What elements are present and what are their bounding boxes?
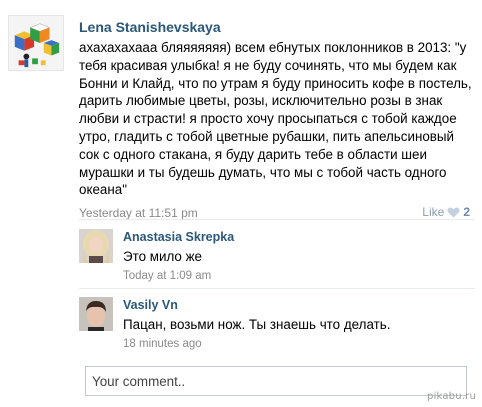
post-author-name[interactable]: Lena Stanishevskaya [79, 18, 475, 37]
heart-icon [447, 207, 460, 218]
young-man-avatar-image [79, 297, 113, 331]
comment-content: Vasily Vn Пацан, возьми нож. Ты знаешь ч… [123, 297, 473, 352]
blonde-woman-avatar-image [79, 229, 113, 263]
watermark: pikabu.ru [427, 391, 476, 402]
comment-text: Пацан, возьми нож. Ты знаешь что делать. [123, 317, 391, 332]
comment-avatar[interactable] [79, 297, 113, 331]
post-meta: Yesterday at 11:51 pm Like 2 [79, 204, 475, 220]
divider [79, 219, 475, 220]
comment-content: Anastasia Skrepka Это мило же Today at 1… [123, 229, 473, 284]
divider [79, 288, 475, 289]
comment-avatar[interactable] [79, 229, 113, 263]
post-body: Lena Stanishevskaya ахахахахааа бляяяяяя… [79, 18, 475, 220]
comment-text: Это мило же [123, 249, 202, 264]
rubiks-cube-avatar-image [9, 16, 63, 70]
like-label: Like [422, 205, 445, 220]
comment-author-name[interactable]: Anastasia Skrepka [123, 229, 473, 245]
wall-post: Lena Stanishevskaya ахахахахааа бляяяяяя… [0, 0, 482, 407]
like-button[interactable]: Like 2 [422, 204, 470, 220]
comment-timestamp[interactable]: Today at 1:09 am [123, 269, 473, 284]
like-count: 2 [463, 205, 470, 220]
comment-author-name[interactable]: Vasily Vn [123, 297, 473, 313]
post-author-avatar[interactable] [8, 15, 64, 71]
comment-input[interactable] [85, 366, 467, 396]
post-text: ахахахахааа бляяяяяяя) всем ебнутых покл… [79, 40, 472, 198]
comment-timestamp[interactable]: 18 minutes ago [123, 337, 473, 352]
